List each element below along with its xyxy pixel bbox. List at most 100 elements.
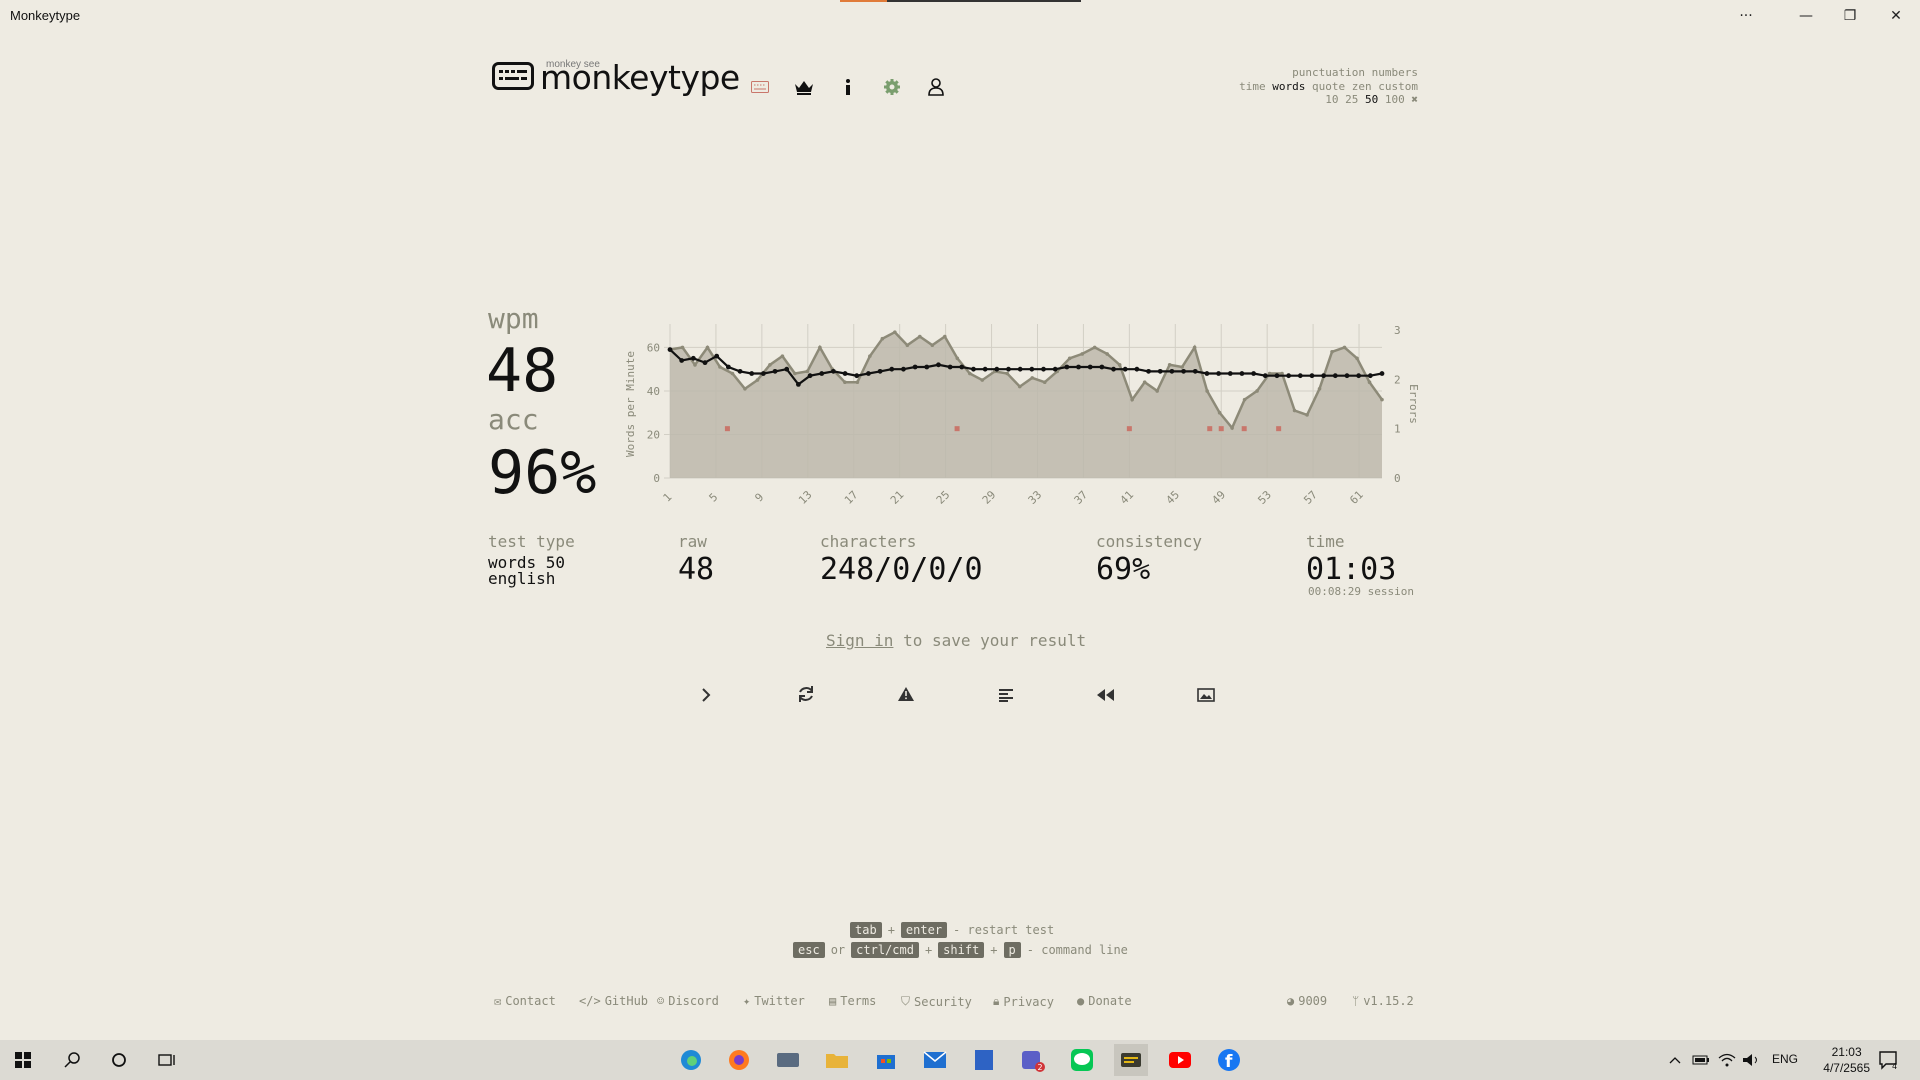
notification-icon[interactable]: 4 [1872,1044,1906,1076]
minimize-button[interactable]: — [1786,4,1826,28]
y2-tick-label: 0 [1394,472,1401,485]
wpm-point [772,368,778,374]
footer-discord-link[interactable]: ☺ Discord [657,994,719,1008]
raw-point [705,345,710,350]
facebook-icon[interactable]: f [1212,1044,1246,1076]
firefox-icon[interactable] [722,1044,756,1076]
refresh-icon [797,685,815,707]
info-icon[interactable] [837,76,859,98]
x-tick-label: 29 [980,488,999,507]
app-icon[interactable] [771,1044,805,1076]
key-enter: enter [900,922,948,938]
config-mode-zen[interactable]: zen [1352,80,1372,93]
palette-icon: ◕ [1287,994,1295,1008]
hint-plus: + [887,923,895,937]
task-view-icon[interactable] [150,1044,184,1076]
footer-privacy-link[interactable]: 🔒︎ Privacy [993,994,1054,1009]
config-count-25[interactable]: 25 [1345,93,1358,106]
store-icon[interactable] [869,1044,903,1076]
word-app-icon[interactable] [967,1044,1001,1076]
battery-icon[interactable] [1690,1044,1712,1076]
language-indicator[interactable]: ENG [1772,1052,1798,1066]
wpm-point [725,364,731,370]
config-mode-quote[interactable]: quote [1312,80,1345,93]
footer-github-link[interactable]: </> GitHub [579,994,648,1008]
raw-point [980,378,985,382]
footer-security-link[interactable]: ⛉ Security [901,994,972,1009]
volume-icon[interactable] [1740,1044,1762,1076]
footer-github-label: GitHub [604,994,649,1008]
keyboard-icon[interactable] [749,76,771,98]
config-numbers[interactable]: numbers [1372,66,1418,79]
cortana-icon[interactable] [102,1044,136,1076]
edge-icon[interactable] [674,1044,708,1076]
replay-button[interactable] [1092,682,1120,710]
footer-terms-link[interactable]: ▤ Terms [829,994,876,1008]
more-options-button[interactable]: ··· [1726,4,1766,28]
signin-link[interactable]: Sign in [826,631,893,650]
config-mode-words[interactable]: words [1272,80,1305,93]
wpm-point [1122,366,1128,372]
footer-version-link[interactable]: ᛘ v1.15.2 [1352,994,1414,1008]
raw-value: 48 [678,552,715,587]
footer-theme-button[interactable]: ◕ 9009 [1287,994,1327,1008]
raw-point [1105,352,1109,356]
rewind-icon [1096,687,1116,706]
next-test-button[interactable] [692,682,720,710]
logo[interactable]: monkeytype [492,58,740,97]
monkeytype-app-icon[interactable] [1114,1044,1148,1076]
raw-point [855,380,860,385]
chevron-up-icon[interactable] [1665,1044,1685,1076]
raw-point [755,378,760,382]
image-icon [1197,687,1215,706]
footer-version-label: v1.15.2 [1363,994,1414,1008]
tab-indicator-rest [887,0,1081,2]
footer-twitter-link[interactable]: ✦ Twitter [743,994,805,1008]
close-button[interactable]: ✕ [1876,4,1916,28]
youtube-icon[interactable] [1163,1044,1197,1076]
mail-icon[interactable] [918,1044,952,1076]
raw-point [718,365,722,369]
config-custom-tools-icon[interactable]: ✖ [1411,93,1418,106]
raw-point [1355,356,1359,361]
wpm-point [690,355,696,361]
windows-start-icon[interactable] [6,1044,40,1076]
hint-or: or [830,943,846,957]
line-icon[interactable] [1065,1044,1099,1076]
file-explorer-icon[interactable] [820,1044,854,1076]
footer-contact-link[interactable]: ✉ Contact [494,994,556,1008]
svg-text:2: 2 [1038,1063,1043,1072]
screenshot-button[interactable] [1192,682,1220,710]
y2-tick-label: 2 [1394,373,1401,386]
config-count-10[interactable]: 10 [1325,93,1338,106]
restart-button[interactable] [792,682,820,710]
footer-donate-link[interactable]: ● Donate [1077,994,1132,1008]
words-history-button[interactable] [992,682,1020,710]
test-config: punctuation numbers time words quote zen… [1239,66,1418,107]
raw-point [955,356,960,361]
config-punctuation[interactable]: punctuation [1292,66,1365,79]
restore-button[interactable]: ❐ [1830,4,1870,28]
raw-point [1305,413,1309,417]
config-count-50[interactable]: 50 [1365,93,1378,106]
crown-icon[interactable] [793,76,815,98]
y2-tick-label: 3 [1394,324,1401,337]
raw-point [1380,397,1384,402]
gear-icon[interactable] [881,76,903,98]
raw-point [1030,376,1035,380]
search-icon[interactable] [55,1044,89,1076]
notification-count: 4 [1892,1062,1897,1070]
teams-icon[interactable]: 2 [1016,1044,1050,1076]
user-icon[interactable] [925,76,947,98]
report-button[interactable] [892,682,920,710]
wpm-point [1052,366,1058,372]
align-left-icon [998,687,1014,706]
raw-point [843,380,847,385]
clock[interactable]: 21:03 4/7/2565 [1823,1044,1870,1076]
test-language-value: english [488,569,556,588]
config-mode-custom[interactable]: custom [1378,80,1418,93]
wifi-icon[interactable] [1716,1044,1738,1076]
config-count-100[interactable]: 100 [1385,93,1405,106]
config-mode-time[interactable]: time [1239,80,1266,93]
warning-icon [897,686,915,706]
